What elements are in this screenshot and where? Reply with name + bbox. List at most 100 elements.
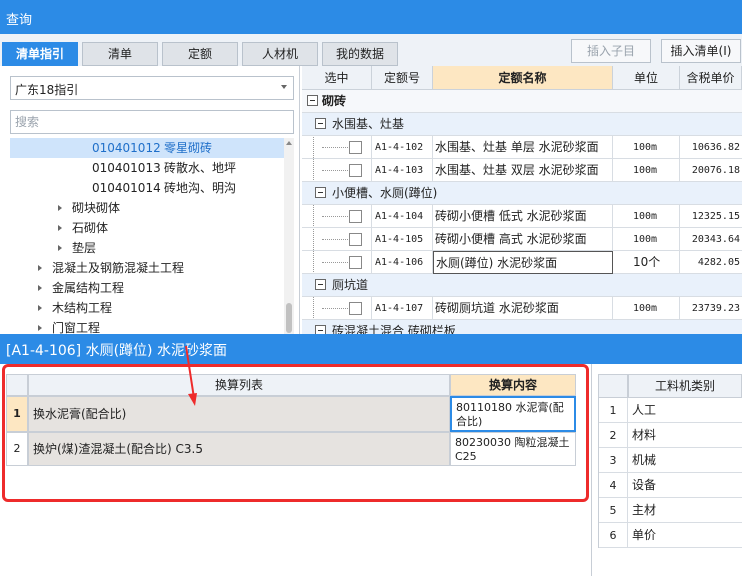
chevron-right-icon[interactable]: [58, 225, 62, 231]
quota-unit: 100m: [613, 297, 680, 320]
tree-item[interactable]: 木结构工程: [10, 298, 284, 318]
column-header-labor-type: 工料机类别: [628, 374, 742, 398]
group-label: 砌砖: [322, 94, 347, 108]
list-item[interactable]: 6 单价: [598, 523, 742, 548]
tree-item[interactable]: 混凝土及钢筋混凝土工程: [10, 258, 284, 278]
column-header-name[interactable]: 定额名称: [433, 66, 613, 90]
table-row[interactable]: A1-4-102 水围基、灶基 单层 水泥砂浆面 100m 10636.82: [302, 136, 742, 159]
row-number: 1: [598, 398, 628, 423]
tree-item[interactable]: 010401013 砖散水、地坪: [10, 158, 284, 178]
table-row[interactable]: A1-4-103 水围基、灶基 双层 水泥砂浆面 100m 20076.18: [302, 159, 742, 182]
chevron-right-icon[interactable]: [38, 285, 42, 291]
quota-price: 23739.23: [691, 303, 740, 314]
column-header-conversion-content: 换算内容: [450, 374, 576, 396]
guide-tree: 010401012 零星砌砖 010401013 砖散水、地坪 01040101…: [10, 138, 284, 334]
scrollbar-thumb[interactable]: [286, 303, 292, 333]
select-cell: [302, 136, 372, 159]
tree-item[interactable]: 砌块砌体: [10, 198, 284, 218]
quota-unit: 100m: [613, 205, 680, 228]
column-header-code[interactable]: 定额号: [372, 66, 433, 90]
subgroup-row[interactable]: 厕坑道: [302, 274, 742, 297]
chevron-right-icon[interactable]: [58, 245, 62, 251]
tab-guide[interactable]: 清单指引: [2, 42, 78, 66]
collapse-icon[interactable]: [315, 325, 326, 334]
tree-item-label: 垫层: [72, 241, 97, 255]
quota-code: A1-4-106: [372, 251, 433, 274]
table-row[interactable]: A1-4-105 砖砌小便槽 高式 水泥砂浆面 100m 20343.64: [302, 228, 742, 251]
tree-item-code: 010401012: [92, 141, 161, 155]
subgroup-row[interactable]: 砖混凝土混合 砖砌栏板: [302, 320, 742, 334]
tree-item[interactable]: 石砌体: [10, 218, 284, 238]
chevron-right-icon[interactable]: [38, 265, 42, 271]
list-item[interactable]: 1 人工: [598, 398, 742, 423]
row-number: 5: [598, 498, 628, 523]
labor-type-label: 单价: [632, 528, 657, 542]
collapse-icon[interactable]: [315, 118, 326, 129]
conversion-description: 换炉(煤)渣混凝土(配合比) C3.5: [28, 432, 450, 466]
collapse-icon[interactable]: [307, 95, 318, 106]
tree-item-code: 010401014: [92, 181, 161, 195]
table-row[interactable]: A1-4-106 水厕(蹲位) 水泥砂浆面 10个 4282.05: [302, 251, 742, 274]
row-number: 1: [6, 396, 28, 432]
tree-item[interactable]: 金属结构工程: [10, 278, 284, 298]
quota-price: 20076.18: [691, 165, 740, 176]
conversion-content[interactable]: 80230030 陶粒混凝土 C25: [450, 432, 576, 466]
column-header-price[interactable]: 含税单价: [680, 66, 742, 90]
quota-name: 砖砌小便槽 低式 水泥砂浆面: [433, 205, 613, 228]
insert-child-button[interactable]: 插入子目: [571, 39, 651, 63]
tree-scrollbar[interactable]: [284, 138, 294, 334]
table-row[interactable]: 2 换炉(煤)渣混凝土(配合比) C3.5 80230030 陶粒混凝土 C25: [6, 432, 576, 466]
chevron-right-icon[interactable]: [38, 325, 42, 331]
tree-item-label: 混凝土及钢筋混凝土工程: [52, 261, 185, 275]
search-input[interactable]: [10, 110, 294, 134]
annotation-arrow-icon: [185, 346, 197, 406]
column-header-select[interactable]: 选中: [302, 66, 372, 90]
quota-grid: 选中 定额号 定额名称 单位 含税单价 砌砖 水围基、灶基 A1-4-102 水…: [302, 66, 742, 334]
window-title: 查询: [0, 0, 742, 34]
list-item[interactable]: 2 材料: [598, 423, 742, 448]
list-item[interactable]: 3 机械: [598, 448, 742, 473]
table-row[interactable]: A1-4-107 砖砌厕坑道 水泥砂浆面 100m 23739.23: [302, 297, 742, 320]
tab-labor-material-machine[interactable]: 人材机: [242, 42, 318, 66]
list-item[interactable]: 5 主材: [598, 498, 742, 523]
tree-item[interactable]: 010401012 零星砌砖: [10, 138, 284, 158]
chevron-right-icon[interactable]: [38, 305, 42, 311]
detail-title: [A1-4-106] 水厕(蹲位) 水泥砂浆面: [0, 334, 742, 364]
guide-select[interactable]: 广东18指引: [10, 76, 294, 100]
subgroup-row[interactable]: 水围基、灶基: [302, 113, 742, 136]
labor-type-label: 材料: [632, 428, 657, 442]
quota-price: 10636.82: [691, 142, 740, 153]
chevron-down-icon: [281, 85, 287, 89]
subgroup-label: 小便槽、水厕(蹲位): [332, 186, 438, 200]
tree-item[interactable]: 门窗工程: [10, 318, 284, 334]
quota-code: A1-4-102: [372, 136, 433, 159]
tab-my-data[interactable]: 我的数据: [322, 42, 398, 66]
labor-type-label: 机械: [632, 453, 657, 467]
select-cell: [302, 251, 372, 274]
tab-bill[interactable]: 清单: [82, 42, 158, 66]
quota-price: 12325.15: [691, 211, 740, 222]
subgroup-row[interactable]: 小便槽、水厕(蹲位): [302, 182, 742, 205]
insert-list-button[interactable]: 插入清单(I): [661, 39, 741, 63]
table-row[interactable]: A1-4-104 砖砌小便槽 低式 水泥砂浆面 100m 12325.15: [302, 205, 742, 228]
collapse-icon[interactable]: [315, 279, 326, 290]
tree-item-label: 门窗工程: [52, 321, 101, 334]
tree-item[interactable]: 垫层: [10, 238, 284, 258]
quota-unit: 100m: [613, 159, 680, 182]
column-header-unit[interactable]: 单位: [613, 66, 680, 90]
list-item[interactable]: 4 设备: [598, 473, 742, 498]
labor-type-label: 设备: [632, 478, 657, 492]
tab-quota[interactable]: 定额: [162, 42, 238, 66]
tree-item-label: 砌块砌体: [72, 201, 121, 215]
guide-panel: 广东18指引 010401012 零星砌砖 010401013 砖散水、地坪 0…: [0, 66, 300, 334]
tree-item[interactable]: 010401014 砖地沟、明沟: [10, 178, 284, 198]
chevron-right-icon[interactable]: [58, 205, 62, 211]
scroll-up-icon[interactable]: [286, 141, 292, 145]
group-row[interactable]: 砌砖: [302, 90, 742, 113]
quota-code: A1-4-105: [372, 228, 433, 251]
quota-name[interactable]: 水厕(蹲位) 水泥砂浆面: [433, 251, 613, 274]
table-row[interactable]: 1 换水泥膏(配合比) 80110180 水泥膏(配合比): [6, 396, 576, 432]
tree-item-label: 石砌体: [72, 221, 109, 235]
conversion-content[interactable]: 80110180 水泥膏(配合比): [450, 396, 576, 432]
collapse-icon[interactable]: [315, 187, 326, 198]
